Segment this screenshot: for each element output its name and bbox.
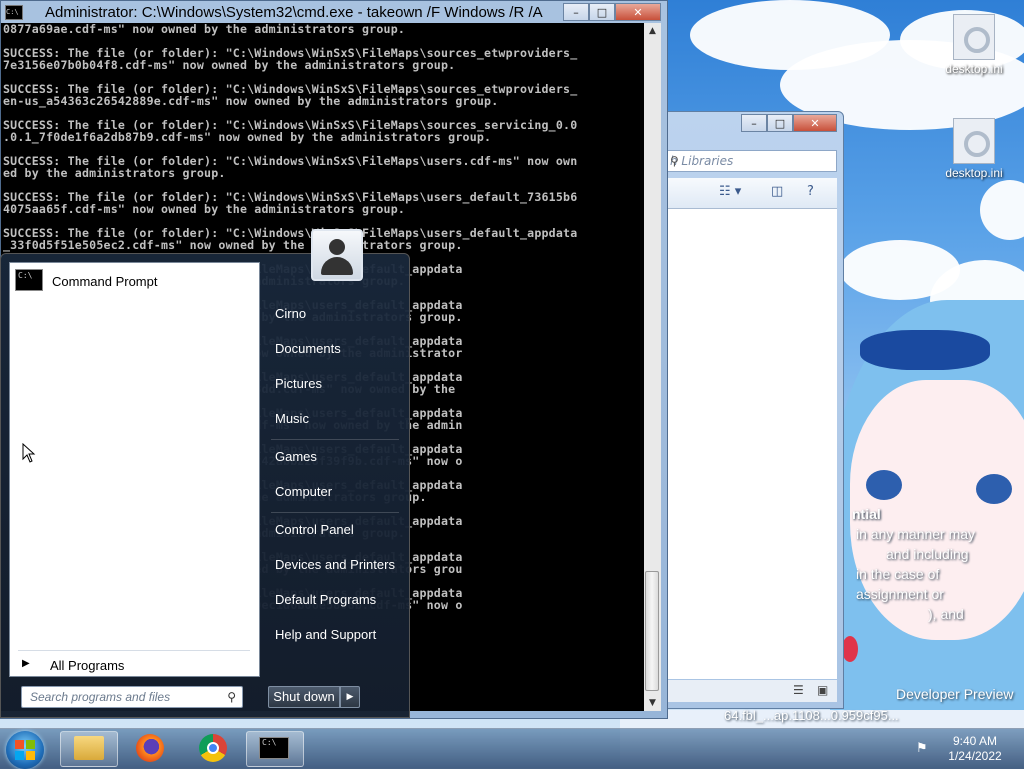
cmd-window-controls: – □ ✕ [563, 3, 661, 21]
all-programs-label: All Programs [50, 658, 125, 673]
start-item-control-panel[interactable]: Control Panel [275, 522, 354, 537]
pinned-program-label: Command Prompt [52, 274, 158, 289]
start-item-help-and-support[interactable]: Help and Support [275, 627, 376, 642]
pinned-program-command-prompt[interactable]: C:\ Command Prompt [14, 267, 255, 297]
clock[interactable]: 9:40 AM 1/24/2022 [940, 734, 1010, 764]
explorer-statusbar: ☰ ▣ [665, 680, 837, 702]
start-menu-programs-pane: C:\ Command Prompt ▶ All Programs [9, 262, 260, 677]
start-search-input[interactable]: Search programs and files ⚲ [21, 686, 243, 708]
watermark-line: assignment or [856, 586, 944, 602]
cmd-titlebar[interactable]: C:\ Administrator: C:\Windows\System32\c… [1, 1, 667, 23]
watermark-line: ), and [928, 606, 964, 622]
clock-date: 1/24/2022 [948, 749, 1002, 763]
user-head [329, 239, 345, 255]
start-item-default-programs[interactable]: Default Programs [275, 592, 376, 607]
help-icon[interactable]: ? [807, 184, 814, 199]
preview-pane-icon[interactable]: ◫ [771, 184, 783, 199]
divider [271, 439, 399, 440]
user-body [321, 257, 353, 275]
desktop-icon-label: desktop.ini [945, 62, 1003, 76]
watermark-line: and including [886, 546, 969, 562]
vertical-scrollbar[interactable]: ▲ ▼ [644, 23, 661, 711]
explorer-toolbar: ☷ ▾ ◫ ? [665, 178, 837, 209]
firefox-icon [136, 734, 164, 762]
desktop-icon[interactable]: desktop.ini [934, 14, 1014, 76]
network-icon[interactable]: ⚑ [916, 741, 928, 756]
user-avatar[interactable] [311, 229, 363, 281]
window-title: Administrator: C:\Windows\System32\cmd.e… [45, 4, 543, 21]
scroll-down-arrow-icon[interactable]: ▼ [644, 695, 661, 711]
close-button[interactable]: ✕ [615, 3, 661, 21]
minimize-button[interactable]: – [741, 114, 767, 132]
view-options-icon[interactable]: ☷ ▾ [719, 184, 741, 199]
all-programs-button[interactable]: ▶ All Programs [18, 655, 248, 675]
start-search-placeholder: Search programs and files [30, 690, 171, 704]
explorer-search-input[interactable]: h Libraries ⚲ [665, 150, 837, 172]
shutdown-button[interactable]: Shut down [268, 686, 340, 708]
details-view-icon[interactable]: ☰ [793, 683, 804, 697]
shutdown-options-arrow-icon[interactable]: ▶ [340, 686, 360, 708]
mouse-cursor-icon [22, 443, 36, 463]
start-item-cirno[interactable]: Cirno [275, 306, 306, 321]
cmd-window-icon: C:\ [5, 5, 23, 20]
large-icons-view-icon[interactable]: ▣ [817, 683, 828, 697]
search-icon[interactable]: ⚲ [670, 154, 832, 168]
windows-logo-icon [26, 740, 35, 749]
taskbar: C:\ ⚑ 9:40 AM 1/24/2022 [0, 728, 1024, 769]
folder-icon [74, 736, 104, 760]
watermark-line: in any manner may [856, 526, 976, 542]
start-item-music[interactable]: Music [275, 411, 309, 426]
wallpaper-character-bow [860, 330, 990, 370]
settings-file-icon [953, 14, 995, 60]
explorer-window[interactable]: – □ ✕ h Libraries ⚲ ☷ ▾ ◫ ? ☰ ▣ [660, 111, 844, 709]
clock-time: 9:40 AM [952, 734, 998, 748]
maximize-button[interactable]: □ [767, 114, 793, 132]
explorer-content[interactable] [665, 209, 837, 679]
watermark-build-line: 64.fbl_...ap.1108...0.959cf95... [724, 708, 899, 723]
command-prompt-icon: C:\ [259, 737, 289, 759]
watermark-line: in the case of [856, 566, 940, 582]
windows-logo-icon [15, 751, 24, 760]
chrome-icon [199, 734, 227, 762]
windows-logo-icon [15, 740, 24, 749]
divider [18, 650, 250, 651]
watermark-build: Developer Preview [896, 686, 1014, 702]
wallpaper-character-mouth [842, 636, 858, 662]
watermark-title: ntial [852, 506, 881, 522]
start-item-devices-and-printers[interactable]: Devices and Printers [275, 557, 395, 572]
command-prompt-icon: C:\ [15, 269, 43, 291]
arrow-right-icon: ▶ [22, 658, 30, 669]
scroll-up-arrow-icon[interactable]: ▲ [644, 23, 661, 39]
minimize-button[interactable]: – [563, 3, 589, 21]
settings-file-icon [953, 118, 995, 164]
desktop-icon-label: desktop.ini [945, 166, 1003, 180]
maximize-button[interactable]: □ [589, 3, 615, 21]
start-button[interactable] [6, 731, 44, 769]
explorer-window-controls: – □ ✕ [741, 114, 837, 132]
start-item-documents[interactable]: Documents [275, 341, 341, 356]
search-icon[interactable]: ⚲ [227, 690, 236, 704]
desktop-icon[interactable]: desktop.ini [934, 118, 1014, 180]
windows-logo-icon [26, 751, 35, 760]
start-item-computer[interactable]: Computer [275, 484, 332, 499]
close-button[interactable]: ✕ [793, 114, 837, 132]
start-item-games[interactable]: Games [275, 449, 317, 464]
start-menu: C:\ Command Prompt ▶ All Programs Search… [0, 229, 410, 718]
wallpaper-character-eye [976, 474, 1012, 504]
cloud [980, 180, 1024, 240]
wallpaper-character-eye [866, 470, 902, 500]
start-item-pictures[interactable]: Pictures [275, 376, 322, 391]
scroll-thumb[interactable] [645, 571, 659, 691]
divider [271, 512, 399, 513]
